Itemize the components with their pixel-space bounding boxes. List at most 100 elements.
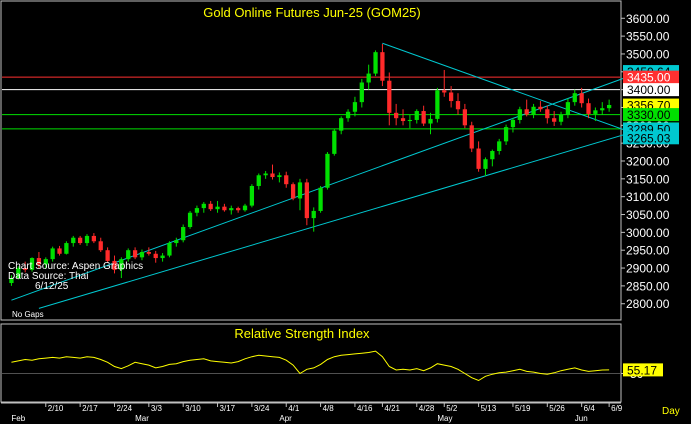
price-tag-label: 3330.00 — [627, 108, 671, 122]
price-tag-label: 3400.00 — [627, 83, 671, 97]
chart-svg: 2800.00 2850.00 2900.00 2950.00 3000.00 3050.… — [0, 0, 691, 424]
time-tick-label: 2/10 — [48, 404, 64, 413]
time-tick-label: 2/24 — [116, 404, 132, 413]
candle-body — [284, 175, 289, 185]
candle-body — [167, 243, 172, 256]
candle-body — [607, 104, 612, 109]
period-label: Day — [662, 406, 680, 417]
candle-body — [558, 114, 564, 122]
price-axis: 2800.00 2850.00 2900.00 2950.00 3000.00 3050.… — [621, 12, 670, 311]
candle-body — [387, 80, 392, 113]
time-tick-label: 5/19 — [515, 404, 531, 413]
candle-body — [359, 82, 364, 103]
candle-body — [579, 93, 584, 104]
candle-body — [277, 175, 282, 178]
time-tick-label: 3/24 — [254, 404, 270, 413]
price-tick-label: 3050.00 — [626, 208, 670, 222]
candle-body — [290, 184, 296, 199]
candle-body — [64, 243, 69, 254]
no-gaps-note: No Gaps — [12, 310, 44, 319]
candle-body — [242, 205, 248, 211]
time-tick-label: 5/26 — [549, 404, 565, 413]
time-tick-label: 4/21 — [384, 404, 400, 413]
time-tick-label: 3/17 — [220, 404, 236, 413]
candle-body — [181, 227, 186, 241]
candle-body — [407, 119, 413, 122]
candle-body — [270, 173, 275, 178]
price-tick-label: 3000.00 — [626, 226, 670, 240]
candle-body — [229, 208, 234, 211]
candle-body — [442, 90, 447, 93]
candle-body — [256, 175, 261, 186]
candle-body — [201, 203, 206, 209]
candle-body — [414, 111, 419, 120]
candle-body — [448, 92, 454, 102]
candle-body — [421, 111, 426, 124]
candle-body — [503, 127, 509, 142]
candle-body — [297, 182, 303, 199]
candle-body — [57, 248, 62, 254]
price-tick-label: 2950.00 — [626, 244, 670, 258]
candle-body — [222, 206, 227, 211]
candle-body — [132, 250, 138, 258]
candle-body — [304, 182, 309, 219]
candle-body — [126, 250, 131, 260]
candle-body — [435, 90, 440, 119]
candle-body — [345, 111, 351, 119]
chart-window: 2800.00 2850.00 2900.00 2950.00 3000.00 3050.… — [0, 0, 691, 424]
candle-body — [490, 151, 495, 160]
candle-body — [476, 148, 481, 169]
price-tick-label: 3550.00 — [626, 30, 670, 44]
month-label: Mar — [135, 414, 149, 423]
candle-body — [524, 109, 529, 115]
candle-body — [428, 118, 433, 124]
rsi-title: Relative Strength Index — [234, 326, 370, 341]
time-tick-label: 5/2 — [446, 404, 458, 413]
time-tick-label: 6/4 — [584, 404, 596, 413]
candle-body — [531, 106, 536, 115]
price-tags: 3450.643435.003400.003356.703330.003290.… — [623, 65, 679, 145]
time-tick-label: 4/16 — [357, 404, 373, 413]
price-tick-label: 3500.00 — [626, 47, 670, 61]
time-tick-label: 4/1 — [288, 404, 300, 413]
candle-body — [572, 93, 577, 103]
candle-body — [91, 235, 97, 242]
candle-body — [366, 73, 371, 83]
candle-body — [394, 112, 399, 119]
candle-body — [311, 210, 316, 219]
candle-body — [263, 173, 268, 176]
month-label: Jun — [575, 414, 588, 423]
candle-body — [483, 159, 488, 169]
candle-body — [380, 52, 385, 81]
candle-body — [325, 153, 330, 188]
candle-body — [565, 102, 571, 115]
month-label: Apr — [279, 414, 292, 423]
candle-body — [139, 251, 145, 258]
time-tick-label: 2/17 — [82, 404, 98, 413]
candle-body — [538, 106, 543, 110]
candle-body — [78, 237, 83, 244]
price-tick-label: 2900.00 — [626, 262, 670, 276]
time-tick-label: 4/28 — [419, 404, 435, 413]
time-tick-label: 5/13 — [481, 404, 497, 413]
price-tick-label: 2850.00 — [626, 279, 670, 293]
price-tick-label: 3100.00 — [626, 190, 670, 204]
time-tick-label: 4/8 — [323, 404, 335, 413]
date-note: 6/12/25 — [35, 281, 69, 292]
candle-body — [318, 187, 323, 211]
candle-body — [600, 108, 605, 111]
price-chart-title: Gold Online Futures Jun-25 (GOM25) — [203, 5, 420, 20]
candle-body — [497, 141, 502, 152]
candle-body — [71, 237, 76, 244]
candle-body — [84, 235, 90, 244]
candle-body — [249, 185, 255, 206]
month-label: Feb — [11, 414, 25, 423]
candle-body — [400, 118, 406, 122]
time-tick-label: 6/9 — [611, 404, 623, 413]
candle-body — [174, 240, 179, 244]
candle-body — [215, 206, 220, 210]
candle-body — [187, 212, 193, 228]
candle-body — [105, 250, 110, 261]
candle-body — [545, 109, 550, 119]
candle-body — [586, 103, 591, 114]
